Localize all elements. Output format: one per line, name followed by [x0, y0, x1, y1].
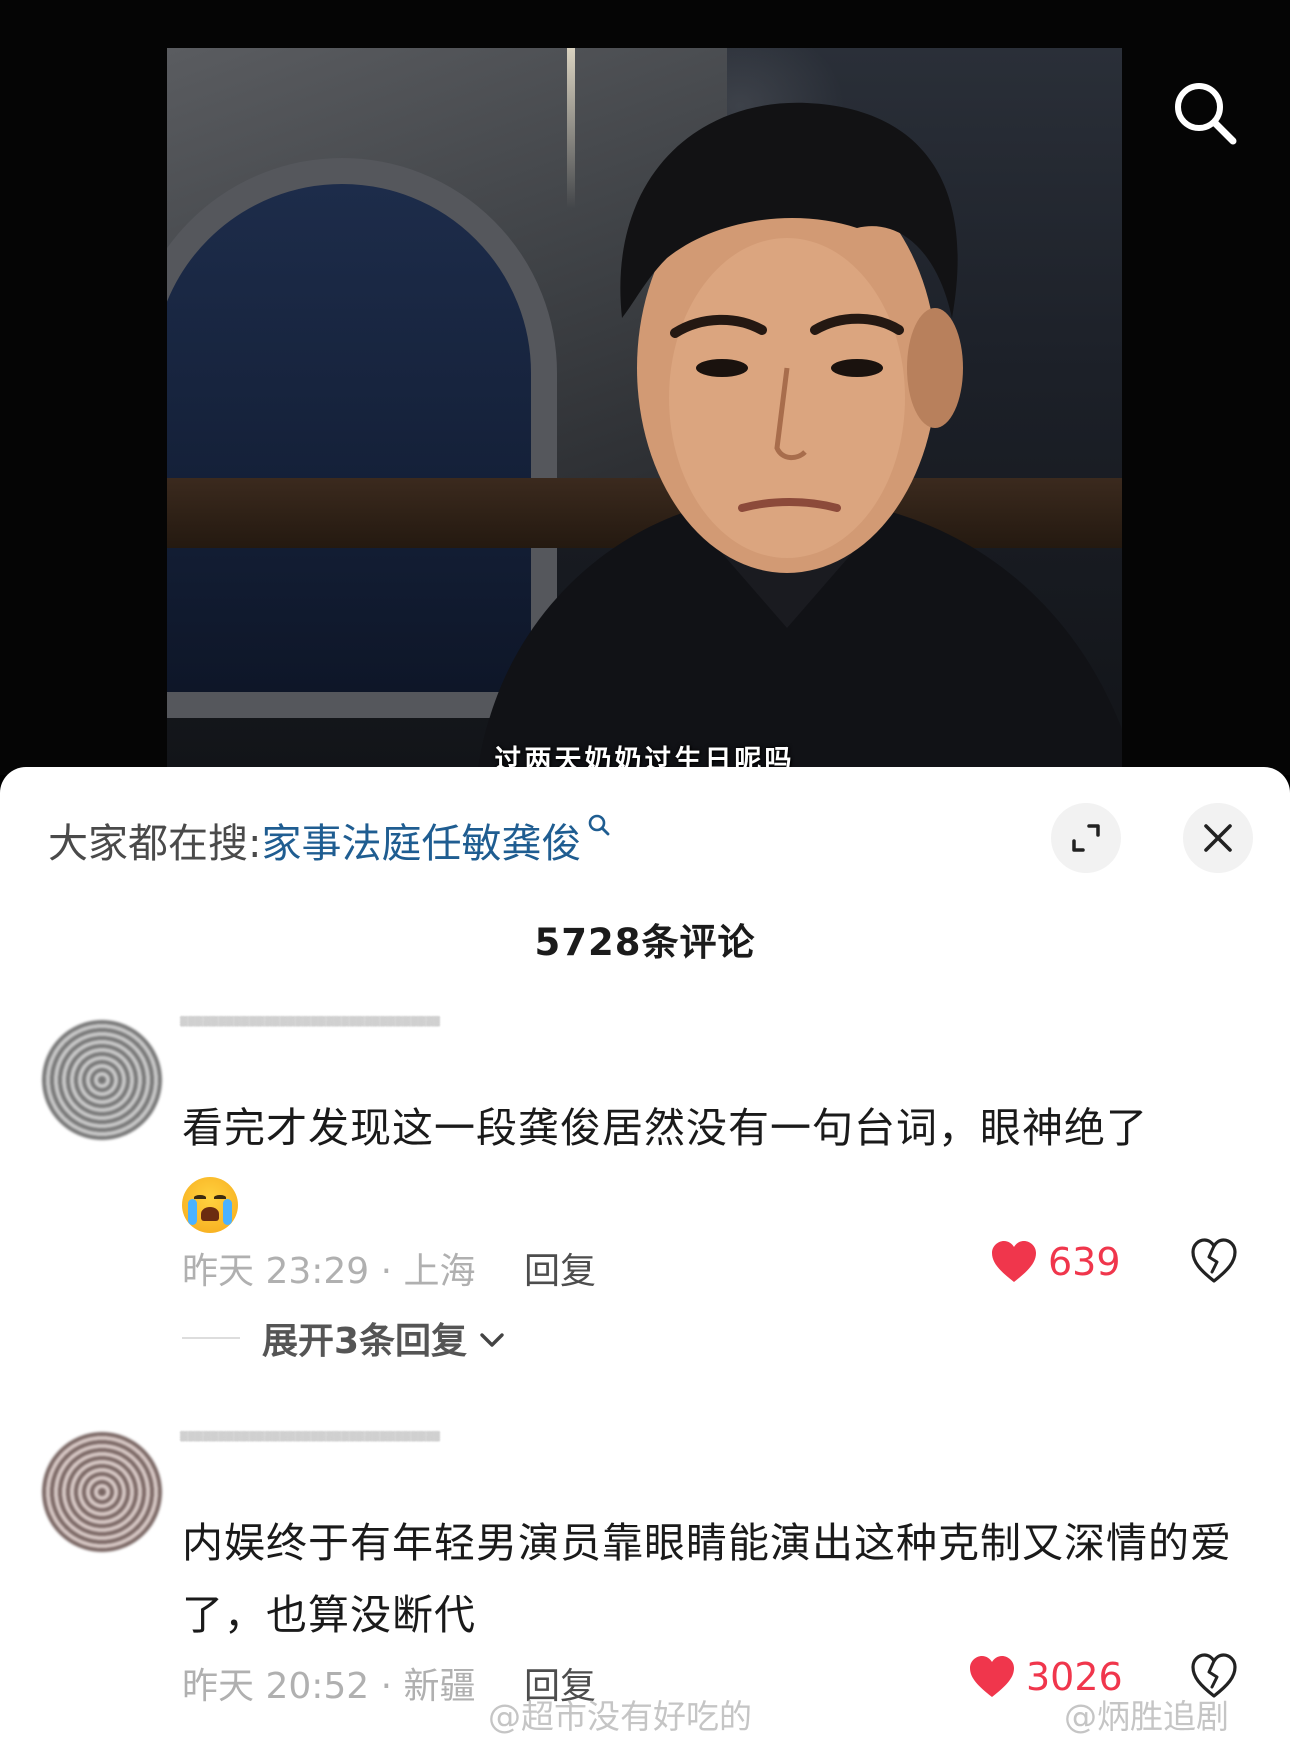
hot-search-label: 大家都在搜: — [48, 821, 262, 867]
avatar[interactable] — [42, 1432, 162, 1552]
search-button[interactable] — [1170, 78, 1240, 148]
expand-replies-button[interactable]: 展开3条回复 — [182, 1312, 505, 1364]
like-button[interactable]: 639 — [990, 1240, 1121, 1284]
like-count: 639 — [1048, 1240, 1121, 1284]
expand-icon — [1072, 824, 1100, 852]
search-icon — [589, 814, 610, 836]
dislike-button[interactable] — [1190, 1238, 1238, 1288]
comment-body: 内娱终于有年轻男演员靠眼睛能演出这种克制又深情的爱了，也算没断代 — [182, 1519, 1232, 1639]
username-blurred[interactable]: ▒▒▒▒▒▒▒▒▒▒▒▒▒▒▒▒▒▒▒▒▒▒▒▒▒▒▒▒▒▒▒▒▒▒▒▒▒▒▒▒… — [180, 1016, 440, 1074]
divider-line — [182, 1337, 240, 1339]
broken-heart-icon — [1191, 1238, 1237, 1283]
comment-text: 看完才发现这一段龚俊居然没有一句台词，眼神绝了 — [182, 1092, 1252, 1236]
search-icon — [1175, 83, 1237, 145]
expand-button[interactable] — [1051, 803, 1121, 873]
watermark-right: @炳胜追剧 — [1064, 1697, 1229, 1736]
username-blurred[interactable]: ▒▒▒▒▒▒▒▒▒▒▒▒▒▒▒▒▒▒▒▒▒▒▒▒▒▒▒▒▒▒▒▒▒▒▒▒▒▒▒▒… — [180, 1431, 440, 1489]
reply-button[interactable]: 回复 — [524, 1242, 596, 1294]
comment-panel: 大家都在搜:家事法庭任敏龚俊 5728条评论 ▒▒▒▒▒▒▒▒▒▒▒▒▒▒▒▒▒… — [0, 767, 1290, 1745]
comment-body: 看完才发现这一段龚俊居然没有一句台词，眼神绝了 — [182, 1104, 1148, 1152]
close-button[interactable] — [1183, 803, 1253, 873]
loudly-crying-face-emoji — [182, 1177, 238, 1233]
close-icon — [1204, 824, 1232, 852]
comment-text: 内娱终于有年轻男演员靠眼睛能演出这种克制又深情的爱了，也算没断代 — [182, 1507, 1252, 1651]
video-frame: 过两天奶奶过生日呢吗 — [167, 48, 1122, 775]
avatar[interactable] — [42, 1020, 162, 1140]
actor-figure — [477, 102, 1122, 775]
comment-meta: 昨天 20:52 · 新疆 — [182, 1666, 476, 1707]
chevron-down-icon — [480, 1333, 504, 1347]
expand-replies-label: 展开3条回复 — [262, 1321, 468, 1362]
hot-search-bar[interactable]: 大家都在搜:家事法庭任敏龚俊 — [48, 811, 611, 869]
watermark-left: @超市没有好吃的 — [488, 1697, 752, 1736]
heart-filled-icon — [992, 1241, 1036, 1282]
video-player[interactable]: 过两天奶奶过生日呢吗 — [0, 0, 1290, 775]
hot-search-term[interactable]: 家事法庭任敏龚俊 — [261, 821, 581, 867]
comment-count: 5728条评论 — [534, 921, 756, 964]
heart-filled-icon — [970, 1656, 1014, 1697]
comment-meta: 昨天 23:29 · 上海 — [182, 1251, 476, 1292]
